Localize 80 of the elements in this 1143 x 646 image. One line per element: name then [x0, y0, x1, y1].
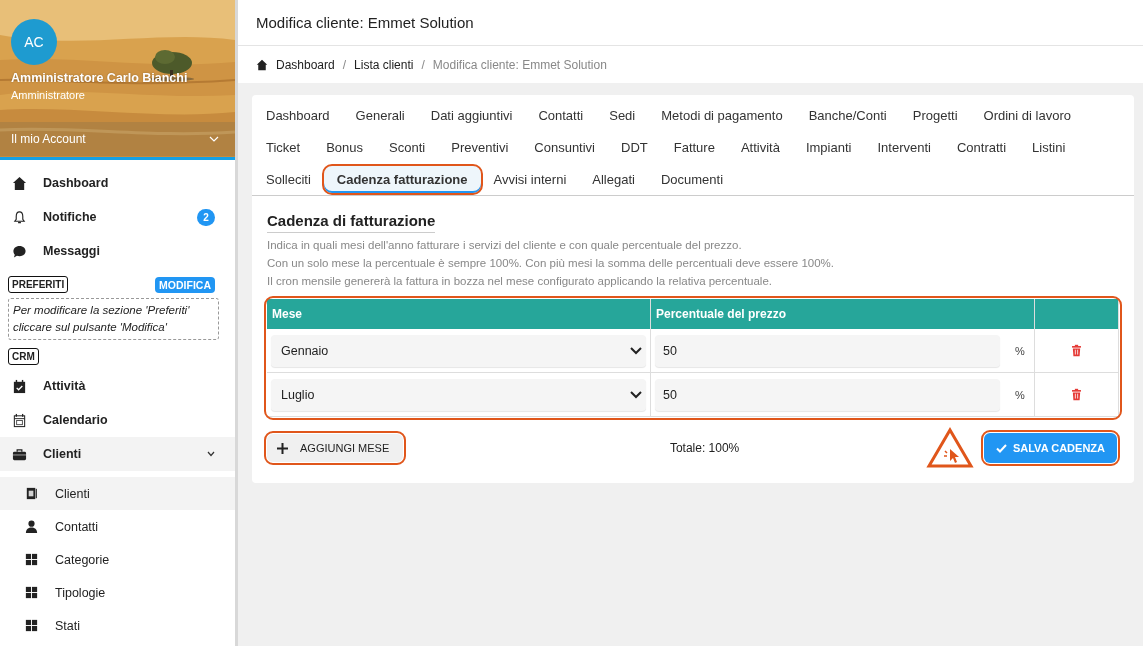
- dropdown-caret-icon: [630, 390, 642, 399]
- tab[interactable]: Ordini di lavoro: [970, 101, 1084, 129]
- user-role: Amministratore: [11, 89, 86, 101]
- tab[interactable]: Impianti: [792, 133, 865, 161]
- tab[interactable]: Cadenza fatturazione: [323, 165, 481, 193]
- calendar-icon: [12, 412, 27, 428]
- nav-item[interactable]: Dashboard: [43, 176, 215, 190]
- submenu-item[interactable]: Contatti: [55, 519, 99, 534]
- tab[interactable]: Listini: [1019, 133, 1079, 161]
- tab[interactable]: Attività: [727, 133, 793, 161]
- tab[interactable]: Avvisi interni: [480, 165, 580, 193]
- home-icon: [12, 175, 27, 191]
- contact-card-icon: [24, 486, 39, 501]
- dropdown-caret-icon: [630, 346, 642, 355]
- bell-icon: [12, 209, 27, 225]
- submenu-item[interactable]: Stati: [55, 618, 80, 633]
- tab[interactable]: Progetti: [899, 101, 971, 129]
- nav-item[interactable]: Calendario: [43, 413, 215, 427]
- grid-icon: [24, 618, 39, 633]
- person-icon: [24, 519, 39, 534]
- breadcrumb-link[interactable]: Dashboard: [276, 57, 335, 72]
- total-text: Totale: 100%: [669, 441, 740, 455]
- submenu-item[interactable]: Clienti: [55, 486, 90, 501]
- column-header: Mese: [272, 307, 303, 321]
- briefcase-icon: [12, 446, 27, 462]
- nav-item[interactable]: Attività: [43, 379, 215, 393]
- page-title: Modifica cliente: Emmet Solution: [256, 14, 474, 31]
- column-header: Percentuale del prezzo: [656, 307, 787, 321]
- tab[interactable]: Solleciti: [253, 165, 324, 193]
- percent-field[interactable]: 50: [655, 378, 1000, 411]
- submenu-item[interactable]: Tipologie: [55, 585, 106, 600]
- breadcrumb-separator: /: [421, 57, 425, 72]
- tab[interactable]: Documenti: [647, 165, 737, 193]
- tab[interactable]: Metodi di pagamento: [648, 101, 796, 129]
- description-text: Il cron mensile genererà la fattura in bozza nel mese configurato applicando la relativa percentuale.: [267, 274, 774, 289]
- month-select[interactable]: Luglio: [271, 378, 646, 411]
- tab[interactable]: Interventi: [864, 133, 944, 161]
- favorites-note: Per modificare la sezione 'Preferiti' cliccare sul pulsante 'Modifica': [8, 298, 219, 340]
- tab[interactable]: Generali: [342, 101, 418, 129]
- tab[interactable]: Banche/Conti: [795, 101, 900, 129]
- description-text: Indica in quali mesi dell'anno fatturare i servizi del cliente e con quale percentuale del prezzo.: [267, 238, 743, 253]
- trash-icon: [1070, 388, 1083, 401]
- nav-item[interactable]: Notifiche: [43, 210, 181, 224]
- user-name: Amministratore Carlo Bianchi: [11, 71, 189, 85]
- check-icon: [995, 443, 1007, 453]
- unit-label: %: [1014, 388, 1026, 401]
- unit-label: %: [1014, 344, 1026, 357]
- chat-bubble-icon: [12, 243, 27, 259]
- breadcrumb-separator: /: [342, 57, 347, 72]
- tab[interactable]: Dashboard: [253, 101, 343, 129]
- tab[interactable]: Sedi: [596, 101, 649, 129]
- section-label: CRM: [8, 348, 39, 365]
- breadcrumb-link[interactable]: Lista clienti: [354, 57, 414, 72]
- tab[interactable]: Consuntivi: [521, 133, 608, 161]
- tab[interactable]: DDT: [608, 133, 661, 161]
- grid-icon: [24, 552, 39, 567]
- description-text: Con un solo mese la percentuale è sempre 100%. Con più mesi la somma delle percentuali deve essere 100%.: [267, 256, 835, 271]
- percent-field[interactable]: 50: [655, 334, 1000, 367]
- calendar-check-icon: [12, 378, 27, 394]
- nav-item[interactable]: Messaggi: [43, 244, 215, 258]
- tab[interactable]: Allegati: [579, 165, 648, 193]
- tab[interactable]: Contratti: [943, 133, 1020, 161]
- add-month-button[interactable]: AGGIUNGI MESE: [267, 434, 404, 462]
- tab[interactable]: Ticket: [253, 133, 314, 161]
- count-badge: 2: [197, 208, 215, 226]
- section-label: PREFERITI: [8, 276, 69, 293]
- tab[interactable]: Preventivi: [438, 133, 522, 161]
- plus-icon: [277, 442, 288, 454]
- trash-icon: [1070, 344, 1083, 357]
- tab[interactable]: Dati aggiuntivi: [417, 101, 526, 129]
- grid-icon: [24, 585, 39, 600]
- breadcrumb-link[interactable]: Modifica cliente: Emmet Solution: [432, 57, 607, 72]
- month-select[interactable]: Gennaio: [271, 334, 646, 367]
- tab[interactable]: Bonus: [313, 133, 377, 161]
- tab[interactable]: Contatti: [525, 101, 597, 129]
- home-icon: [256, 58, 268, 71]
- submenu-item[interactable]: Categorie: [55, 552, 110, 567]
- section-heading: Cadenza di fatturazione: [267, 212, 436, 233]
- tab[interactable]: Fatture: [660, 133, 728, 161]
- tab[interactable]: Sconti: [376, 133, 439, 161]
